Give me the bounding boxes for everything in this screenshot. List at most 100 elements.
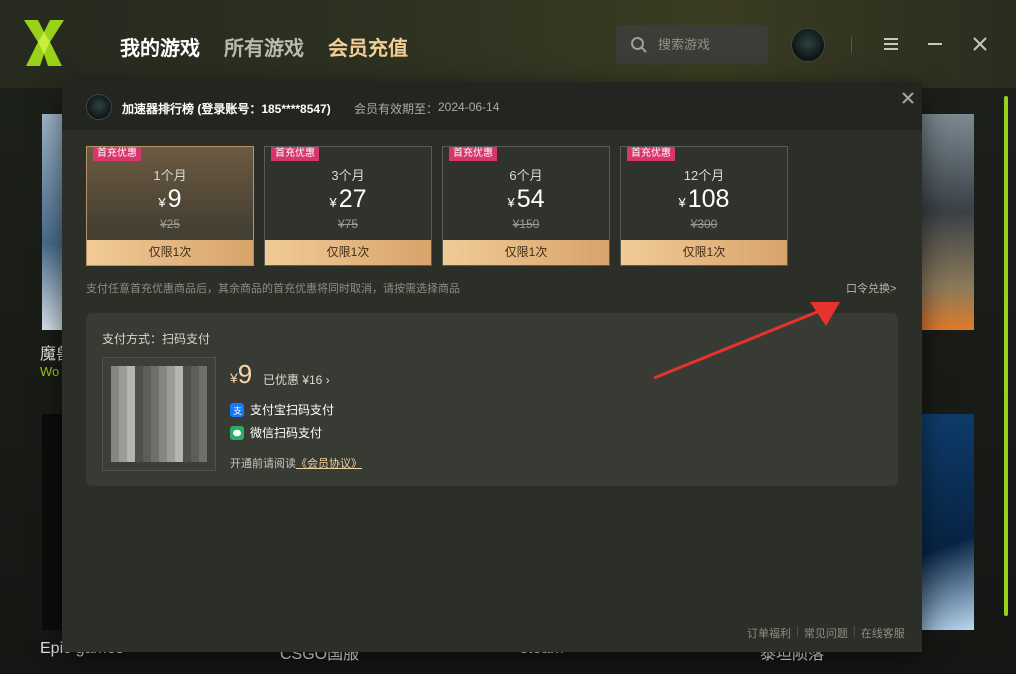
menu-icon[interactable] bbox=[882, 33, 902, 55]
qr-cell bbox=[111, 454, 119, 462]
wechat-option: 微信扫码支付 bbox=[230, 424, 322, 441]
qr-cell bbox=[119, 366, 127, 374]
qr-cell bbox=[183, 398, 191, 406]
footer-link-support[interactable]: 在线客服 bbox=[856, 625, 910, 641]
account-avatar bbox=[86, 94, 112, 120]
plan-original-price: ¥25 bbox=[159, 217, 181, 231]
modal-close-icon[interactable] bbox=[898, 88, 918, 108]
first-charge-note: 支付任意首充优惠商品后，其余商品的首充优惠将同时取消，请按需选择商品 bbox=[86, 283, 460, 295]
qr-cell bbox=[111, 382, 119, 390]
first-charge-tag: 首充优惠 bbox=[627, 147, 675, 161]
qr-cell bbox=[127, 430, 135, 438]
qr-cell bbox=[143, 454, 151, 462]
qr-cell bbox=[151, 454, 159, 462]
discount-saved[interactable]: 已优惠 ¥16 › bbox=[263, 371, 330, 388]
app-header: 我的游戏 所有游戏 会员充值 bbox=[0, 0, 1016, 88]
plan-6-months[interactable]: 首充优惠 6个月 ¥54 ¥150 仅限1次 bbox=[442, 146, 610, 266]
user-avatar[interactable] bbox=[791, 28, 825, 62]
minimize-icon[interactable] bbox=[926, 33, 946, 55]
footer-link-faq[interactable]: 常见问题 bbox=[799, 625, 853, 641]
redeem-code-link[interactable]: 口令兑换> bbox=[846, 280, 896, 296]
payment-price: ¥9 bbox=[230, 359, 253, 389]
qr-cell bbox=[183, 390, 191, 398]
qr-cell bbox=[167, 422, 175, 430]
payment-qr-code bbox=[102, 357, 216, 471]
qr-cell bbox=[143, 366, 151, 374]
game-card-right-bottom[interactable] bbox=[920, 414, 974, 630]
qr-cell bbox=[191, 390, 199, 398]
expire-date: 2024-06-14 bbox=[438, 100, 500, 114]
qr-code-pattern bbox=[111, 366, 207, 462]
qr-cell bbox=[167, 390, 175, 398]
alipay-label: 支付宝扫码支付 bbox=[250, 403, 335, 417]
qr-cell bbox=[191, 382, 199, 390]
qr-cell bbox=[199, 398, 207, 406]
qr-cell bbox=[199, 414, 207, 422]
qr-cell bbox=[135, 446, 143, 454]
nav-vip-recharge[interactable]: 会员充值 bbox=[328, 32, 408, 61]
plan-price: ¥9 bbox=[158, 185, 182, 213]
qr-cell bbox=[191, 422, 199, 430]
qr-cell bbox=[151, 390, 159, 398]
qr-cell bbox=[159, 366, 167, 374]
plan-price: ¥108 bbox=[678, 185, 730, 213]
nav-my-games[interactable]: 我的游戏 bbox=[120, 32, 200, 61]
plan-original-price: ¥75 bbox=[337, 217, 359, 231]
qr-cell bbox=[183, 430, 191, 438]
game-card-pubg[interactable] bbox=[920, 114, 974, 330]
footer-link-order-benefits[interactable]: 订单福利 bbox=[742, 625, 796, 641]
qr-cell bbox=[175, 382, 183, 390]
qr-cell bbox=[167, 406, 175, 414]
svg-text:支: 支 bbox=[233, 405, 242, 415]
qr-cell bbox=[159, 438, 167, 446]
qr-cell bbox=[199, 446, 207, 454]
qr-cell bbox=[127, 366, 135, 374]
search-input[interactable] bbox=[658, 37, 758, 52]
qr-cell bbox=[175, 438, 183, 446]
plan-12-months[interactable]: 首充优惠 12个月 ¥108 ¥300 仅限1次 bbox=[620, 146, 788, 266]
qr-cell bbox=[119, 398, 127, 406]
plan-3-months[interactable]: 首充优惠 3个月 ¥27 ¥75 仅限1次 bbox=[264, 146, 432, 266]
qr-cell bbox=[127, 398, 135, 406]
qr-cell bbox=[183, 366, 191, 374]
qr-cell bbox=[175, 446, 183, 454]
search-box[interactable] bbox=[616, 25, 768, 64]
qr-cell bbox=[135, 390, 143, 398]
qr-cell bbox=[159, 414, 167, 422]
qr-cell bbox=[183, 438, 191, 446]
modal-footer-links: 订单福利 | 常见问题 | 在线客服 bbox=[742, 625, 910, 641]
game-subtitle-wow: Wo bbox=[40, 364, 60, 379]
qr-cell bbox=[111, 430, 119, 438]
main-scrollbar[interactable] bbox=[1004, 96, 1008, 616]
qr-cell bbox=[143, 430, 151, 438]
qr-cell bbox=[151, 374, 159, 382]
alipay-icon: 支 bbox=[230, 402, 244, 417]
member-agreement-link[interactable]: 《会员协议》 bbox=[296, 458, 362, 470]
qr-cell bbox=[127, 438, 135, 446]
qr-cell bbox=[175, 454, 183, 462]
plan-1-month[interactable]: 首充优惠 1个月 ¥9 ¥25 仅限1次 bbox=[86, 146, 254, 266]
plan-limit: 仅限1次 bbox=[265, 240, 431, 265]
window-divider bbox=[851, 37, 852, 53]
first-charge-tag: 首充优惠 bbox=[271, 147, 319, 161]
qr-cell bbox=[199, 406, 207, 414]
qr-cell bbox=[135, 414, 143, 422]
qr-cell bbox=[119, 374, 127, 382]
search-icon bbox=[631, 36, 647, 53]
nav-all-games[interactable]: 所有游戏 bbox=[224, 32, 304, 61]
qr-cell bbox=[167, 414, 175, 422]
alipay-option: 支 支付宝扫码支付 bbox=[230, 401, 334, 418]
qr-cell bbox=[191, 398, 199, 406]
plan-original-price: ¥150 bbox=[512, 217, 540, 231]
qr-cell bbox=[119, 430, 127, 438]
close-window-icon[interactable] bbox=[970, 33, 990, 55]
qr-cell bbox=[151, 406, 159, 414]
qr-cell bbox=[167, 374, 175, 382]
qr-cell bbox=[183, 454, 191, 462]
qr-cell bbox=[151, 446, 159, 454]
qr-cell bbox=[119, 390, 127, 398]
qr-cell bbox=[183, 374, 191, 382]
plan-duration: 1个月 bbox=[153, 168, 187, 183]
qr-cell bbox=[119, 422, 127, 430]
qr-cell bbox=[191, 454, 199, 462]
